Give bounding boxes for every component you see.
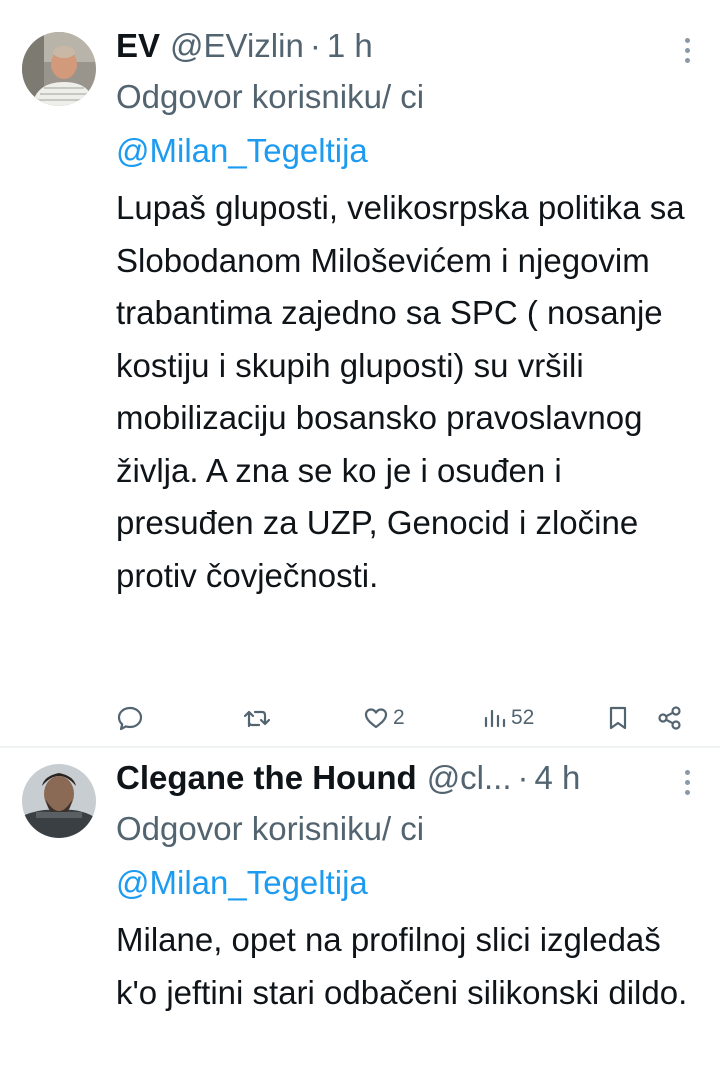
tweet-text: Milane, opet na profilnoj slici izgledaš… xyxy=(116,921,688,1011)
reply-context-label: Odgovor korisniku/ ci xyxy=(116,78,425,115)
view-count: 52 xyxy=(511,706,535,729)
timestamp[interactable]: 1 h xyxy=(327,27,373,65)
tweet[interactable]: Clegane the Hound @cl... · 4 h Odgovor k… xyxy=(0,748,720,1071)
retweet-button[interactable] xyxy=(242,701,272,735)
bookmark-icon xyxy=(609,706,627,730)
reply-context: Odgovor korisniku/ ci @Milan_Tegeltija xyxy=(116,70,476,178)
tweet-content: Clegane the Hound @cl... · 4 h Odgovor k… xyxy=(116,754,700,1019)
like-count: 2 xyxy=(393,706,405,729)
user-handle[interactable]: @EVizlin xyxy=(170,27,304,65)
avatar[interactable] xyxy=(22,764,96,838)
more-options-button[interactable] xyxy=(672,762,702,802)
share-button[interactable] xyxy=(656,701,684,735)
retweet-icon xyxy=(243,710,271,728)
reply-context: Odgovor korisniku/ ci @Milan_Tegeltija xyxy=(116,802,476,910)
reply-button[interactable] xyxy=(116,701,144,735)
share-icon xyxy=(658,706,681,730)
more-dots-icon xyxy=(684,37,690,43)
separator-dot: · xyxy=(309,27,321,64)
views-icon xyxy=(484,709,506,728)
avatar[interactable] xyxy=(22,32,96,106)
timestamp[interactable]: 4 h xyxy=(535,759,581,797)
reply-mention-link[interactable]: @Milan_Tegeltija xyxy=(116,864,368,901)
like-button[interactable]: 2 xyxy=(362,701,405,735)
views-button[interactable]: 52 xyxy=(482,701,534,735)
bookmark-button[interactable] xyxy=(606,701,630,735)
user-handle[interactable]: @cl... xyxy=(427,759,512,797)
more-options-button[interactable] xyxy=(672,30,702,70)
action-bar: 2 52 xyxy=(0,695,720,741)
reply-mention-link[interactable]: @Milan_Tegeltija xyxy=(116,132,368,169)
tweet-text: Lupaš gluposti, velikosrpska politika sa… xyxy=(116,189,685,594)
display-name[interactable]: Clegane the Hound xyxy=(116,759,417,797)
more-dots-icon xyxy=(684,769,690,775)
separator-dot: · xyxy=(517,759,529,796)
reply-icon xyxy=(117,706,143,731)
tweet[interactable]: EV @EVizlin · 1 h Odgovor korisniku/ ci … xyxy=(0,0,720,746)
tweet-header: EV @EVizlin · 1 h xyxy=(116,22,700,70)
like-icon xyxy=(364,708,388,729)
tweet-content: EV @EVizlin · 1 h Odgovor korisniku/ ci … xyxy=(116,22,700,602)
display-name[interactable]: EV xyxy=(116,27,160,65)
reply-context-label: Odgovor korisniku/ ci xyxy=(116,810,425,847)
tweet-header: Clegane the Hound @cl... · 4 h xyxy=(116,754,700,802)
